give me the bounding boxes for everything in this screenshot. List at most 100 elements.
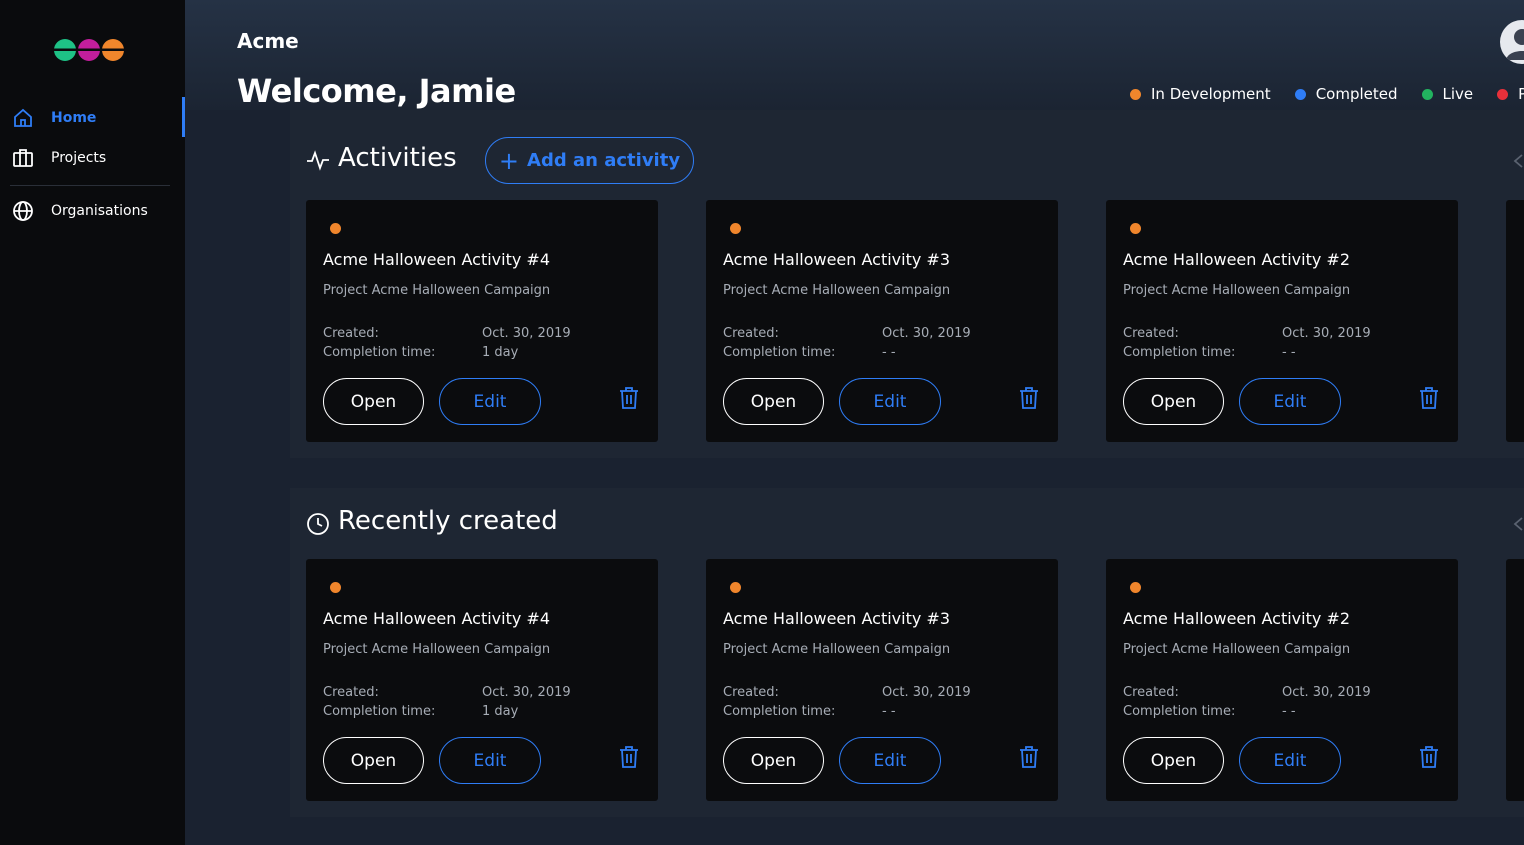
status-dot (730, 223, 741, 234)
card-title: Acme Halloween Activity #4 (323, 609, 550, 628)
chevron-left-icon[interactable] (1512, 517, 1524, 531)
legend-item-completed: Completed (1294, 85, 1398, 103)
clock-icon (307, 513, 329, 535)
card-title: Acme Halloween Activity #2 (1123, 250, 1350, 269)
open-button[interactable]: Open (723, 737, 824, 784)
sidebar-item-label: Organisations (51, 203, 148, 219)
briefcase-icon (13, 149, 33, 167)
activity-card-partial (1506, 200, 1524, 442)
trash-icon[interactable] (619, 745, 639, 769)
legend-dot (1294, 88, 1306, 100)
completion-label: Completion time: (1123, 704, 1236, 719)
sidebar-item-label: Home (51, 110, 97, 126)
add-activity-label: Add an activity (527, 150, 681, 171)
status-dot (730, 582, 741, 593)
legend-label: Completed (1315, 85, 1398, 103)
created-value: Oct. 30, 2019 (1282, 326, 1371, 341)
card-title: Acme Halloween Activity #2 (1123, 609, 1350, 628)
completion-value: - - (1282, 345, 1296, 360)
sidebar-item-label: Projects (51, 150, 107, 166)
card-project: Project Acme Halloween Campaign (723, 642, 951, 657)
open-button[interactable]: Open (1123, 378, 1224, 425)
card-title: Acme Halloween Activity #3 (723, 609, 950, 628)
section-title-activities: Activities (338, 143, 457, 173)
home-icon (14, 108, 32, 127)
card-project: Project Acme Halloween Campaign (1123, 283, 1351, 298)
legend-dot (1497, 88, 1509, 100)
completion-value: 1 day (482, 345, 519, 360)
activity-card: Acme Halloween Activity #2 Project Acme … (1106, 559, 1458, 801)
card-title: Acme Halloween Activity #4 (323, 250, 550, 269)
add-activity-button[interactable]: + Add an activity (485, 137, 694, 184)
trash-icon[interactable] (619, 386, 639, 410)
completion-value: - - (1282, 704, 1296, 719)
legend-item-live: Live (1421, 85, 1474, 103)
completion-value: - - (882, 345, 896, 360)
legend-item-p: P (1497, 85, 1524, 103)
trash-icon[interactable] (1419, 745, 1439, 769)
status-dot (1130, 582, 1141, 593)
plus-icon: + (498, 146, 520, 175)
status-dot (330, 223, 341, 234)
created-value: Oct. 30, 2019 (482, 326, 571, 341)
section-title-recent: Recently created (338, 506, 558, 536)
edit-button[interactable]: Edit (439, 737, 541, 784)
open-button[interactable]: Open (1123, 737, 1224, 784)
completion-label: Completion time: (723, 704, 836, 719)
created-value: Oct. 30, 2019 (1282, 685, 1371, 700)
created-label: Created: (723, 685, 779, 700)
sidebar-item-home[interactable]: Home (0, 97, 185, 137)
trash-icon[interactable] (1019, 745, 1039, 769)
completion-value: - - (882, 704, 896, 719)
legend-item-in-development: In Development (1130, 85, 1271, 103)
activity-card: Acme Halloween Activity #3 Project Acme … (706, 559, 1058, 801)
app-logo[interactable] (53, 38, 125, 62)
sidebar-divider (10, 185, 170, 186)
completion-value: 1 day (482, 704, 519, 719)
org-name: Acme (237, 29, 299, 53)
completion-label: Completion time: (323, 345, 436, 360)
edit-button[interactable]: Edit (1239, 737, 1341, 784)
created-value: Oct. 30, 2019 (882, 685, 971, 700)
legend-dot (1421, 88, 1433, 100)
activity-icon (307, 150, 329, 171)
created-label: Created: (323, 326, 379, 341)
sidebar-item-projects[interactable]: Projects (0, 143, 185, 173)
created-label: Created: (323, 685, 379, 700)
recent-card-partial (1506, 559, 1524, 801)
page-title: Welcome, Jamie (237, 72, 516, 110)
open-button[interactable]: Open (723, 378, 824, 425)
status-dot (1130, 223, 1141, 234)
card-project: Project Acme Halloween Campaign (723, 283, 951, 298)
open-button[interactable]: Open (323, 378, 424, 425)
completion-label: Completion time: (723, 345, 836, 360)
edit-button[interactable]: Edit (439, 378, 541, 425)
created-value: Oct. 30, 2019 (482, 685, 571, 700)
legend-label: P (1518, 85, 1524, 103)
legend-dot (1130, 88, 1141, 100)
edit-button[interactable]: Edit (1239, 378, 1341, 425)
created-value: Oct. 30, 2019 (882, 326, 971, 341)
activity-card: Acme Halloween Activity #3 Project Acme … (706, 200, 1058, 442)
legend-label: In Development (1151, 85, 1271, 103)
card-title: Acme Halloween Activity #3 (723, 250, 950, 269)
status-legend: In Development Completed Live P (1130, 85, 1524, 103)
edit-button[interactable]: Edit (839, 378, 941, 425)
completion-label: Completion time: (323, 704, 436, 719)
completion-label: Completion time: (1123, 345, 1236, 360)
edit-button[interactable]: Edit (839, 737, 941, 784)
trash-icon[interactable] (1419, 386, 1439, 410)
chevron-left-icon[interactable] (1512, 154, 1524, 168)
globe-icon (13, 201, 33, 221)
activity-card: Acme Halloween Activity #4 Project Acme … (306, 200, 658, 442)
created-label: Created: (1123, 326, 1179, 341)
open-button[interactable]: Open (323, 737, 424, 784)
trash-icon[interactable] (1019, 386, 1039, 410)
activity-card: Acme Halloween Activity #4 Project Acme … (306, 559, 658, 801)
card-project: Project Acme Halloween Campaign (323, 283, 551, 298)
sidebar-item-organisations[interactable]: Organisations (0, 196, 185, 226)
legend-label: Live (1442, 85, 1474, 103)
activity-card: Acme Halloween Activity #2 Project Acme … (1106, 200, 1458, 442)
status-dot (330, 582, 341, 593)
created-label: Created: (723, 326, 779, 341)
